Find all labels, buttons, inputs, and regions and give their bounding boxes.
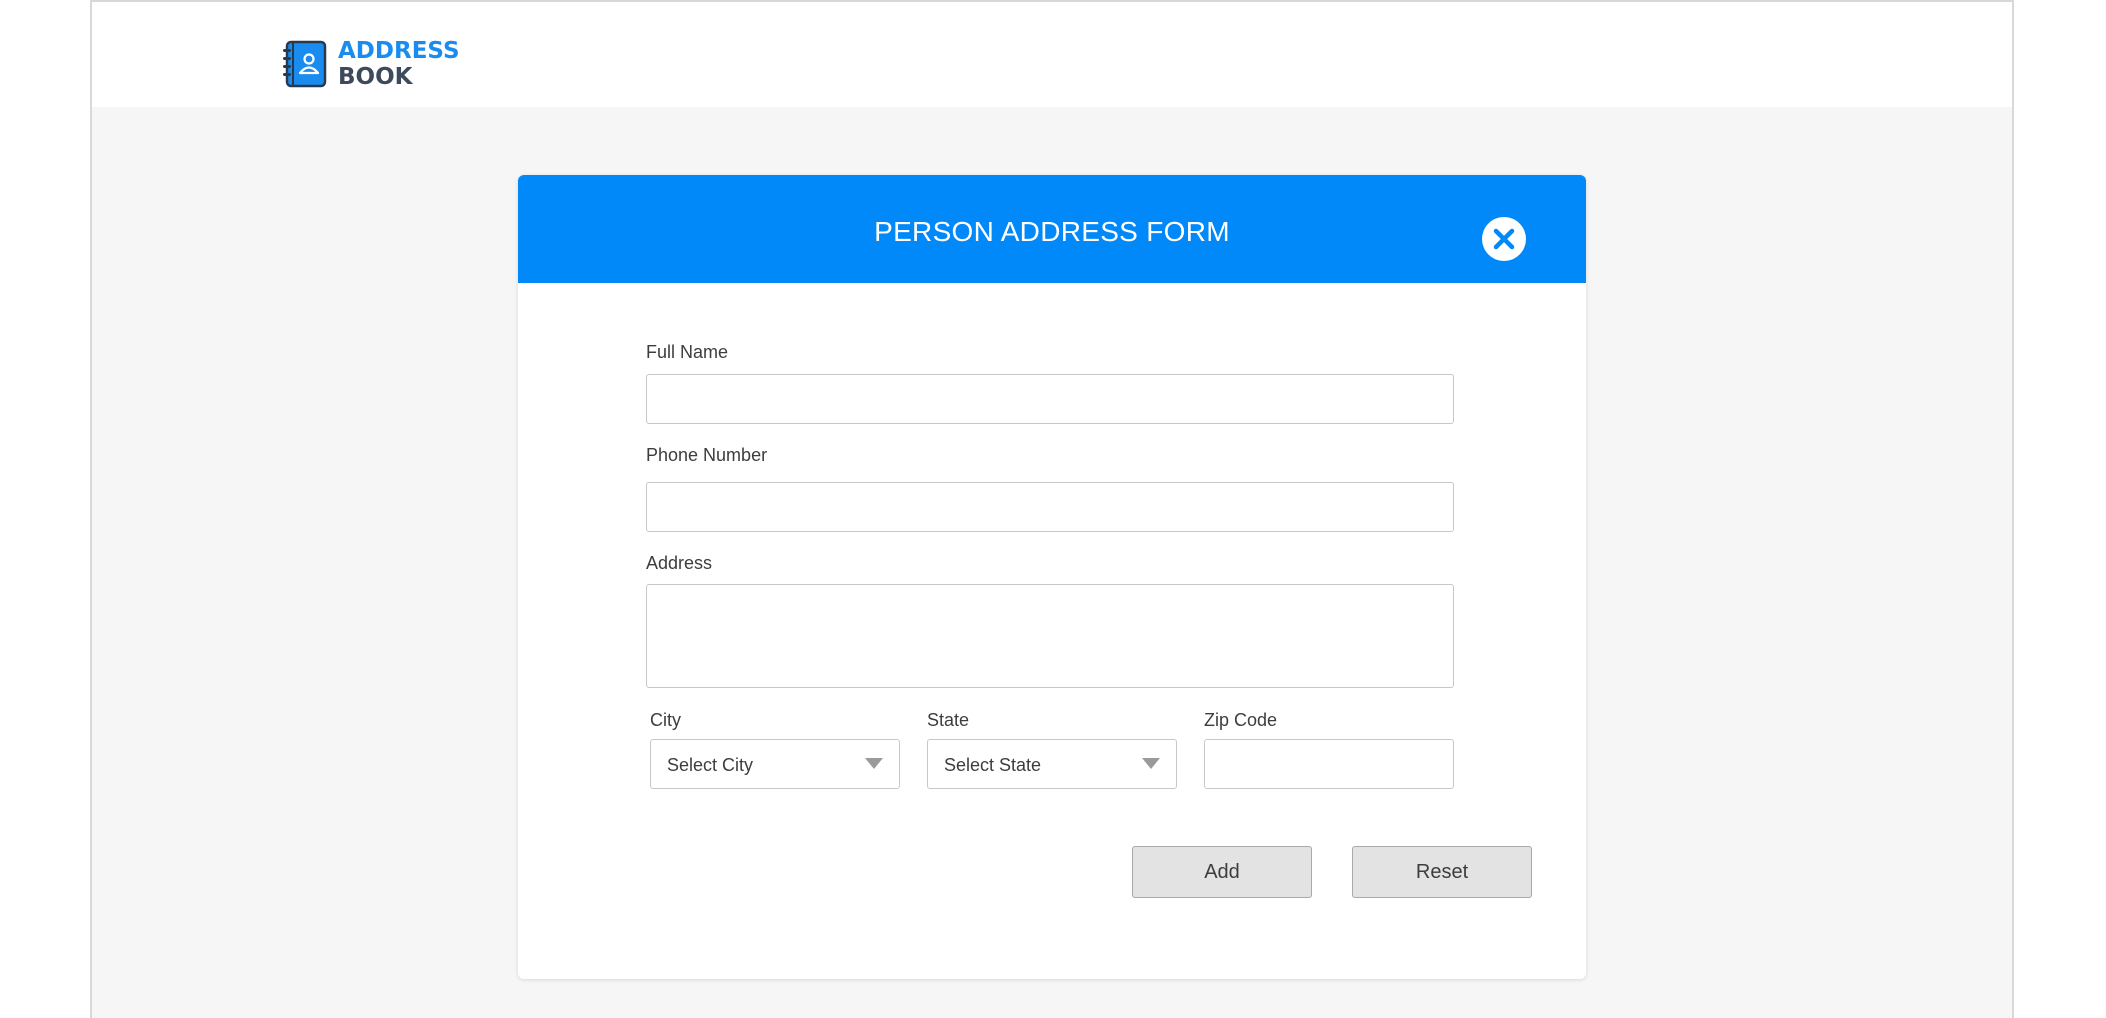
app-logo[interactable]: ADDRESS BOOK [282,38,460,90]
close-icon [1493,228,1515,250]
top-header: ADDRESS BOOK [92,2,2012,107]
full-name-input[interactable] [646,374,1454,424]
reset-button[interactable]: Reset [1352,846,1532,898]
zip-code-label: Zip Code [1204,710,1278,730]
address-textarea[interactable] [646,584,1454,688]
city-select[interactable]: Select City [650,739,900,789]
state-select[interactable]: Select State [927,739,1177,789]
phone-number-label: Phone Number [646,445,768,465]
form-title: PERSON ADDRESS FORM [874,216,1230,247]
chevron-down-icon [865,758,883,769]
full-name-label: Full Name [646,342,729,362]
phone-number-input[interactable] [646,482,1454,532]
logo-text-address: ADDRESS [338,38,460,64]
address-book-icon [283,40,327,88]
logo-text-book: BOOK [338,64,413,90]
logo-text: ADDRESS BOOK [338,38,460,90]
address-label: Address [646,553,713,573]
zip-code-input[interactable] [1204,739,1454,789]
city-label: City [650,710,681,730]
add-button[interactable]: Add [1132,846,1312,898]
chevron-down-icon [1142,758,1160,769]
app-frame: ADDRESS BOOK PERSON ADDRESS FORM Full Na… [90,0,2014,1018]
city-select-value: Select City [667,755,754,775]
person-address-form-card: PERSON ADDRESS FORM Full Name Phone Numb… [518,175,1586,979]
state-select-value: Select State [944,755,1042,775]
form-header: PERSON ADDRESS FORM [518,175,1586,283]
state-label: State [927,710,970,730]
close-button[interactable] [1482,217,1526,261]
